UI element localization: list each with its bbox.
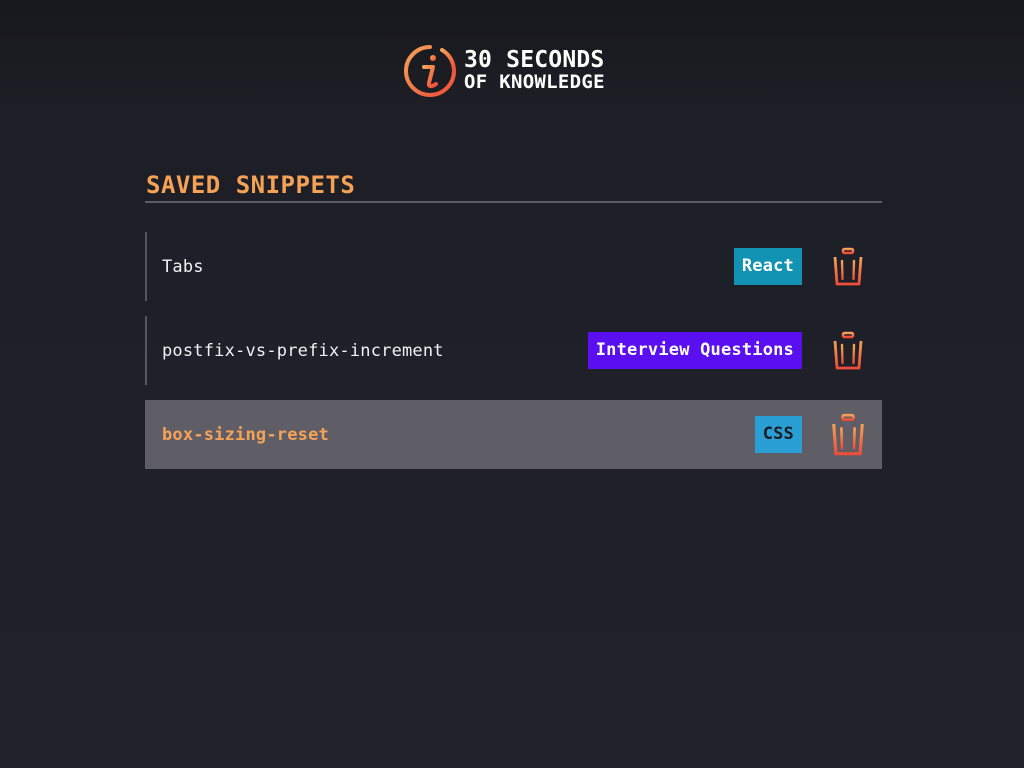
trash-icon bbox=[830, 331, 866, 369]
delete-snippet-button[interactable] bbox=[828, 330, 868, 372]
delete-snippet-button[interactable] bbox=[828, 413, 868, 456]
logo-line-2: OF KNOWLEDGE bbox=[464, 71, 605, 93]
snippet-row[interactable]: Tabs React bbox=[145, 232, 882, 301]
snippet-tag-badge: CSS bbox=[754, 416, 802, 453]
snippet-name-link[interactable]: box-sizing-reset bbox=[162, 425, 329, 445]
delete-snippet-button[interactable] bbox=[828, 246, 868, 288]
site-logo[interactable]: 30 SECONDS OF KNOWLEDGE bbox=[402, 42, 605, 100]
trash-icon bbox=[830, 247, 866, 285]
snippet-list: Tabs React postfix-vs-prefix-increment I… bbox=[145, 232, 882, 484]
title-divider bbox=[145, 201, 882, 203]
snippet-tag-badge: Interview Questions bbox=[587, 332, 802, 369]
info-pin-icon bbox=[404, 45, 457, 97]
snippet-row[interactable]: postfix-vs-prefix-increment Interview Qu… bbox=[145, 316, 882, 385]
page-title: SAVED SNIPPETS bbox=[146, 171, 356, 199]
snippet-row-selected[interactable]: box-sizing-reset CSS bbox=[145, 400, 882, 469]
trash-icon bbox=[828, 413, 868, 455]
snippet-name-link[interactable]: postfix-vs-prefix-increment bbox=[162, 341, 444, 361]
logo-wordmark: 30 SECONDS OF KNOWLEDGE bbox=[464, 47, 605, 94]
snippet-name-link[interactable]: Tabs bbox=[162, 257, 204, 277]
logo-line-1: 30 SECONDS bbox=[464, 47, 605, 73]
snippet-tag-badge: React bbox=[733, 248, 802, 285]
